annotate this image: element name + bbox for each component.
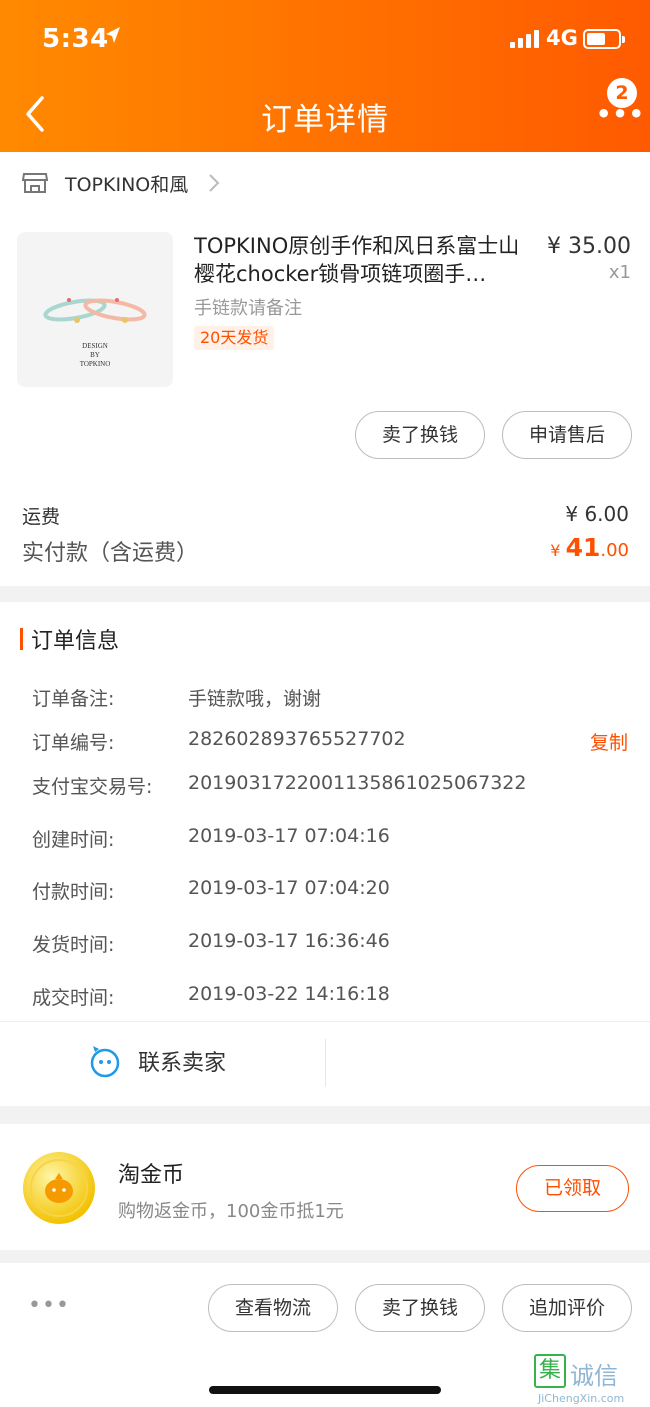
notification-badge: 2 <box>607 78 637 108</box>
gold-coin-icon <box>23 1152 95 1224</box>
thumbnail-brand-text: DESIGN BY TOPKINO <box>79 342 111 368</box>
status-time: 5:34 <box>42 24 109 54</box>
product-title[interactable]: TOPKINO原创手作和风日系富士山樱花chocker锁骨项链项圈手… <box>194 232 534 288</box>
watermark-title: 诚信 <box>570 1362 618 1390</box>
product-card: TOPKINO和風 DESIGN BY TOPKINO TOPKINO原创手作和… <box>0 152 650 586</box>
info-key: 创建时间: <box>32 829 115 851</box>
sell-for-cash-button-bottom[interactable]: 卖了换钱 <box>355 1284 485 1332</box>
shipping-fee-label: 运费 <box>22 506 61 528</box>
info-key: 发货时间: <box>32 934 115 956</box>
more-actions-icon[interactable]: ••• <box>28 1293 70 1318</box>
info-key: 付款时间: <box>32 881 115 903</box>
watermark: 集 诚信 JiChengXin.com <box>534 1354 650 1407</box>
shop-icon <box>22 173 48 193</box>
shipping-fee-value: ¥ 6.00 <box>565 502 629 526</box>
paid-amount-label: 实付款（含运费） <box>22 541 199 566</box>
divider <box>0 1021 650 1022</box>
info-key: 成交时间: <box>32 987 115 1009</box>
gold-coin-description: 购物返金币，100金币抵1元 <box>118 1201 344 1222</box>
section-accent-bar <box>20 628 23 650</box>
contact-seller-icon <box>90 1046 120 1078</box>
network-type: 4G <box>546 26 578 50</box>
page-title: 订单详情 <box>261 102 389 138</box>
order-info-card: 订单信息 订单备注: 手链款哦，谢谢 订单编号: 282602893765527… <box>0 602 650 1106</box>
shipping-time-tag: 20天发货 <box>194 326 275 350</box>
info-value: 2019031722001135861025067322 <box>188 772 527 794</box>
section-title: 订单信息 <box>31 629 120 654</box>
paid-currency: ¥ <box>550 541 561 560</box>
add-review-button[interactable]: 追加评价 <box>502 1284 632 1332</box>
vertical-divider <box>325 1039 326 1087</box>
watermark-glyph: 集 <box>534 1354 566 1388</box>
product-price: ¥ 35.00 <box>547 234 631 259</box>
info-value: 2019-03-17 07:04:16 <box>188 825 390 847</box>
battery-icon <box>583 29 625 49</box>
claimed-button[interactable]: 已领取 <box>516 1165 629 1212</box>
header: 5:34 4G 订单详情 ••• 2 <box>0 0 650 152</box>
info-value: 2019-03-17 16:36:46 <box>188 930 390 952</box>
paid-amount-value: ¥ 41.00 <box>550 533 629 562</box>
info-value: 2019-03-22 14:16:18 <box>188 983 390 1005</box>
home-indicator[interactable] <box>209 1386 441 1394</box>
view-logistics-button[interactable]: 查看物流 <box>208 1284 338 1332</box>
gold-coin-card: 淘金币 购物返金币，100金币抵1元 已领取 <box>0 1124 650 1250</box>
info-value: 2019-03-17 07:04:20 <box>188 877 390 899</box>
info-key: 订单备注: <box>32 688 115 710</box>
info-key: 支付宝交易号: <box>32 776 153 798</box>
after-sales-button[interactable]: 申请售后 <box>502 411 632 459</box>
product-spec: 手链款请备注 <box>194 298 302 319</box>
signal-icon <box>510 30 539 48</box>
paid-decimal: .00 <box>600 540 629 561</box>
watermark-url: JiChengXin.com <box>538 1392 625 1405</box>
info-value: 282602893765527702 <box>188 728 406 750</box>
info-key: 订单编号: <box>32 732 115 754</box>
product-thumbnail[interactable]: DESIGN BY TOPKINO <box>17 232 173 387</box>
shop-name: TOPKINO和風 <box>65 173 189 196</box>
gold-coin-title: 淘金币 <box>118 1163 185 1188</box>
sell-for-cash-button[interactable]: 卖了换钱 <box>355 411 485 459</box>
contact-seller-button[interactable]: 联系卖家 <box>88 1044 226 1078</box>
contact-seller-label: 联系卖家 <box>138 1051 227 1076</box>
product-quantity: x1 <box>608 262 631 283</box>
copy-button[interactable]: 复制 <box>590 728 628 755</box>
chevron-right-icon <box>209 174 220 192</box>
shop-row[interactable]: TOPKINO和風 <box>22 168 220 198</box>
info-value: 手链款哦，谢谢 <box>188 688 322 710</box>
location-arrow-icon <box>104 24 122 52</box>
paid-integer: 41 <box>565 533 601 562</box>
